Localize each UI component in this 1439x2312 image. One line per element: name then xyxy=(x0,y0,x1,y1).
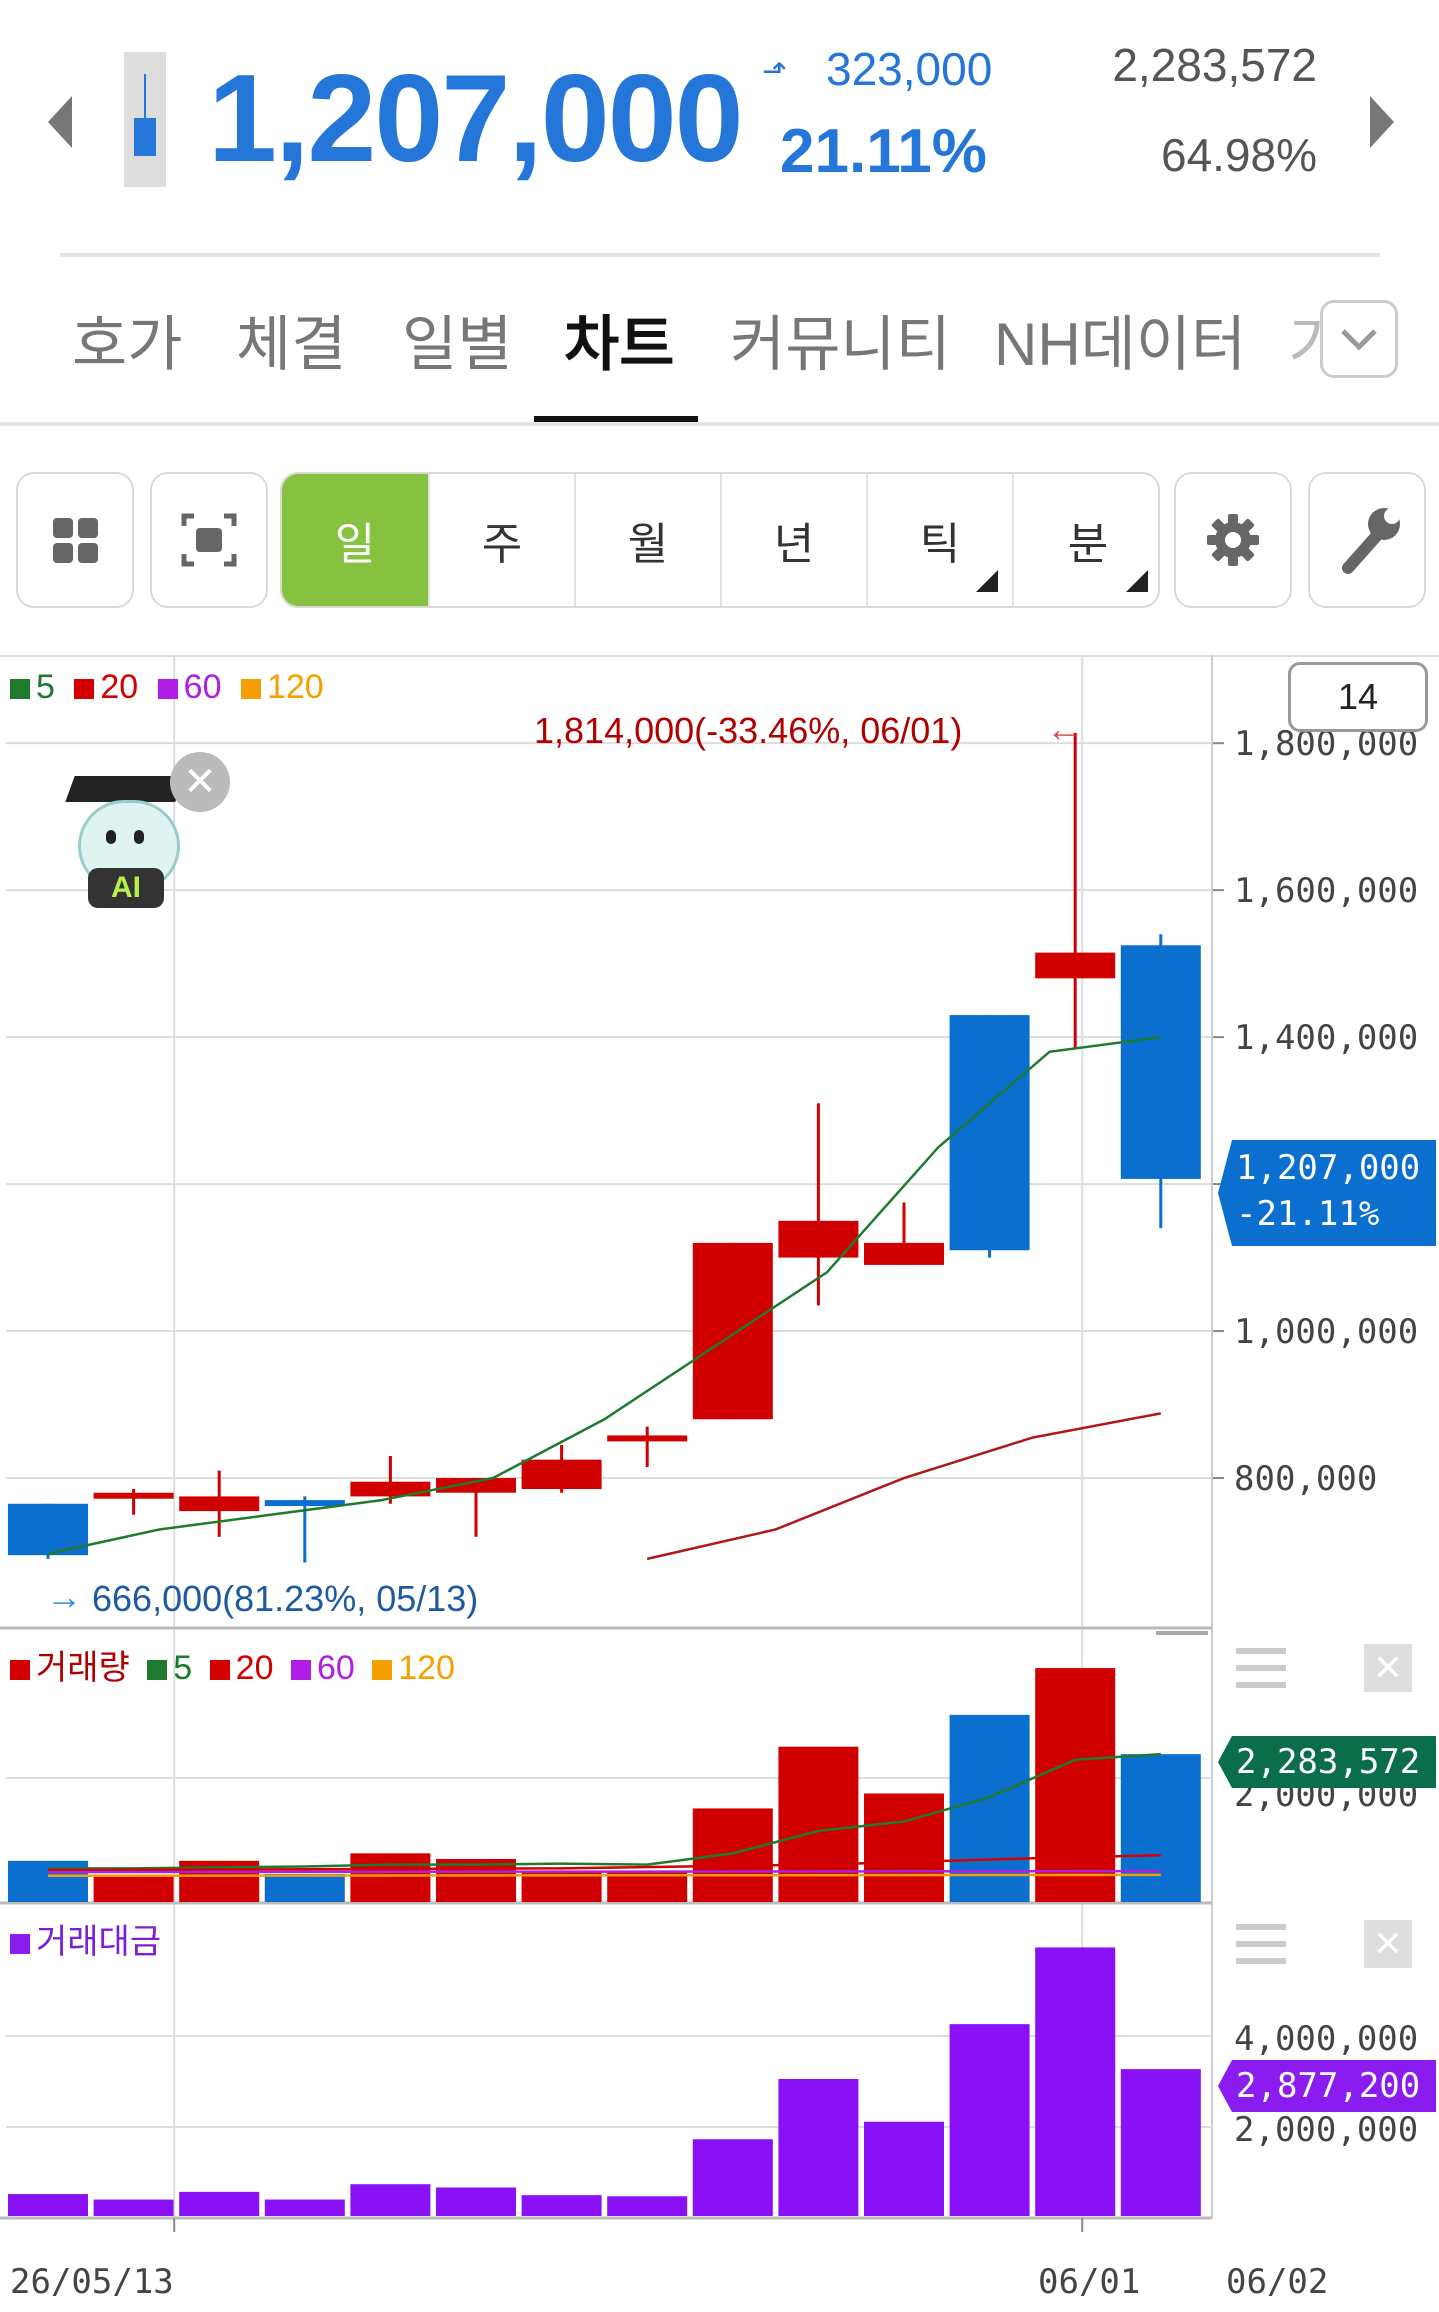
graduation-cap-icon xyxy=(65,776,185,802)
amount-bar xyxy=(949,2024,1030,2216)
high-annotation: 1,814,000(-33.46%, 06/01) xyxy=(534,710,963,751)
volume-bar xyxy=(778,1746,859,1902)
candle-body xyxy=(692,1242,773,1420)
volume-ma60-line xyxy=(47,1869,1161,1874)
ma120-legend: 120 xyxy=(240,668,324,706)
amount-bar xyxy=(778,2078,859,2216)
low-annotation: 666,000(81.23%, 05/13) xyxy=(92,1578,479,1619)
amount-bar xyxy=(264,2199,345,2216)
volume-bar xyxy=(692,1808,773,1902)
candle-body xyxy=(521,1459,602,1490)
price-axis-label: 1,600,000 xyxy=(1234,871,1418,911)
amount-bar xyxy=(864,2121,944,2216)
candle-body xyxy=(93,1492,174,1499)
candle-body xyxy=(607,1435,688,1442)
price-axis-label: 800,000 xyxy=(1234,1459,1377,1499)
candle-body xyxy=(949,1015,1030,1251)
candlestick-chart[interactable]: 800,0001,000,0001,200,0001,400,0001,600,… xyxy=(0,0,1439,2312)
amount-bar xyxy=(521,2195,602,2216)
amount-axis-label: 4,000,000 xyxy=(1234,2019,1418,2059)
amount-bar xyxy=(8,2194,88,2216)
close-ai-button[interactable]: ✕ xyxy=(170,752,230,812)
price-axis-label: 1,000,000 xyxy=(1234,1312,1418,1352)
volume-pane-close-icon[interactable]: ✕ xyxy=(1364,1644,1412,1692)
volume-bar xyxy=(8,1860,88,1902)
amount-bar xyxy=(607,2196,688,2216)
candle-body xyxy=(179,1496,260,1512)
amount-legend: 거래대금 xyxy=(10,1914,161,1963)
amount-tag-value: 2,877,200 xyxy=(1236,2066,1421,2106)
volume-tag-value: 2,283,572 xyxy=(1236,1742,1421,1782)
ma20-legend: 20 xyxy=(74,668,138,706)
candle-body xyxy=(264,1500,345,1507)
volume-pane-menu-icon[interactable] xyxy=(1236,1648,1286,1688)
volume-bar xyxy=(93,1875,174,1902)
amount-axis-label: 2,000,000 xyxy=(1234,2110,1418,2150)
amount-bar xyxy=(1035,1947,1116,2216)
amount-pane-close-icon[interactable]: ✕ xyxy=(1364,1920,1412,1968)
count-box[interactable]: 14 xyxy=(1288,662,1428,732)
volume-bar xyxy=(1120,1754,1201,1902)
volume-legend: 거래량 5 20 60 120 xyxy=(10,1640,455,1689)
x-label-0601: 06/01 xyxy=(1038,2262,1141,2302)
ai-badge-label: AI xyxy=(88,868,164,908)
volume-bar xyxy=(864,1793,944,1902)
volume-ma-legend: 5 20 60 120 xyxy=(147,1649,455,1687)
amount-bar xyxy=(93,2199,174,2216)
candle-body xyxy=(864,1242,944,1265)
amount-bar xyxy=(692,2139,773,2216)
high-arrow-icon: ← xyxy=(1046,708,1082,749)
amount-bar xyxy=(1120,2069,1201,2216)
price-axis-label: 1,400,000 xyxy=(1234,1018,1418,1058)
current-price-tag-value: 1,207,000 xyxy=(1236,1148,1421,1188)
candle-body xyxy=(350,1481,431,1497)
x-label-start: 26/05/13 xyxy=(10,2262,174,2302)
ma60-legend: 60 xyxy=(157,668,221,706)
x-label-0602: 06/02 xyxy=(1226,2262,1329,2302)
ma-legend: 5 20 60 120 xyxy=(10,668,324,707)
volume-bar xyxy=(1035,1668,1116,1902)
amount-bar xyxy=(436,2187,516,2216)
ma20-line xyxy=(646,1412,1162,1561)
candle-body xyxy=(1120,945,1201,1179)
volume-bar xyxy=(350,1853,431,1902)
ma5-legend: 5 xyxy=(10,668,55,706)
volume-bar xyxy=(264,1873,345,1902)
low-arrow-icon: → xyxy=(46,1576,82,1617)
amount-title: 거래대금 xyxy=(36,1923,162,1961)
amount-bar xyxy=(350,2184,431,2216)
ai-assistant-badge[interactable]: AI xyxy=(65,776,186,916)
volume-title: 거래량 xyxy=(36,1649,130,1687)
current-change-tag-value: -21.11% xyxy=(1236,1194,1380,1234)
candle-body xyxy=(1035,952,1116,979)
amount-pane-menu-icon[interactable] xyxy=(1236,1924,1286,1964)
amount-bar xyxy=(179,2191,260,2216)
volume-ma120-line xyxy=(47,1873,1161,1878)
